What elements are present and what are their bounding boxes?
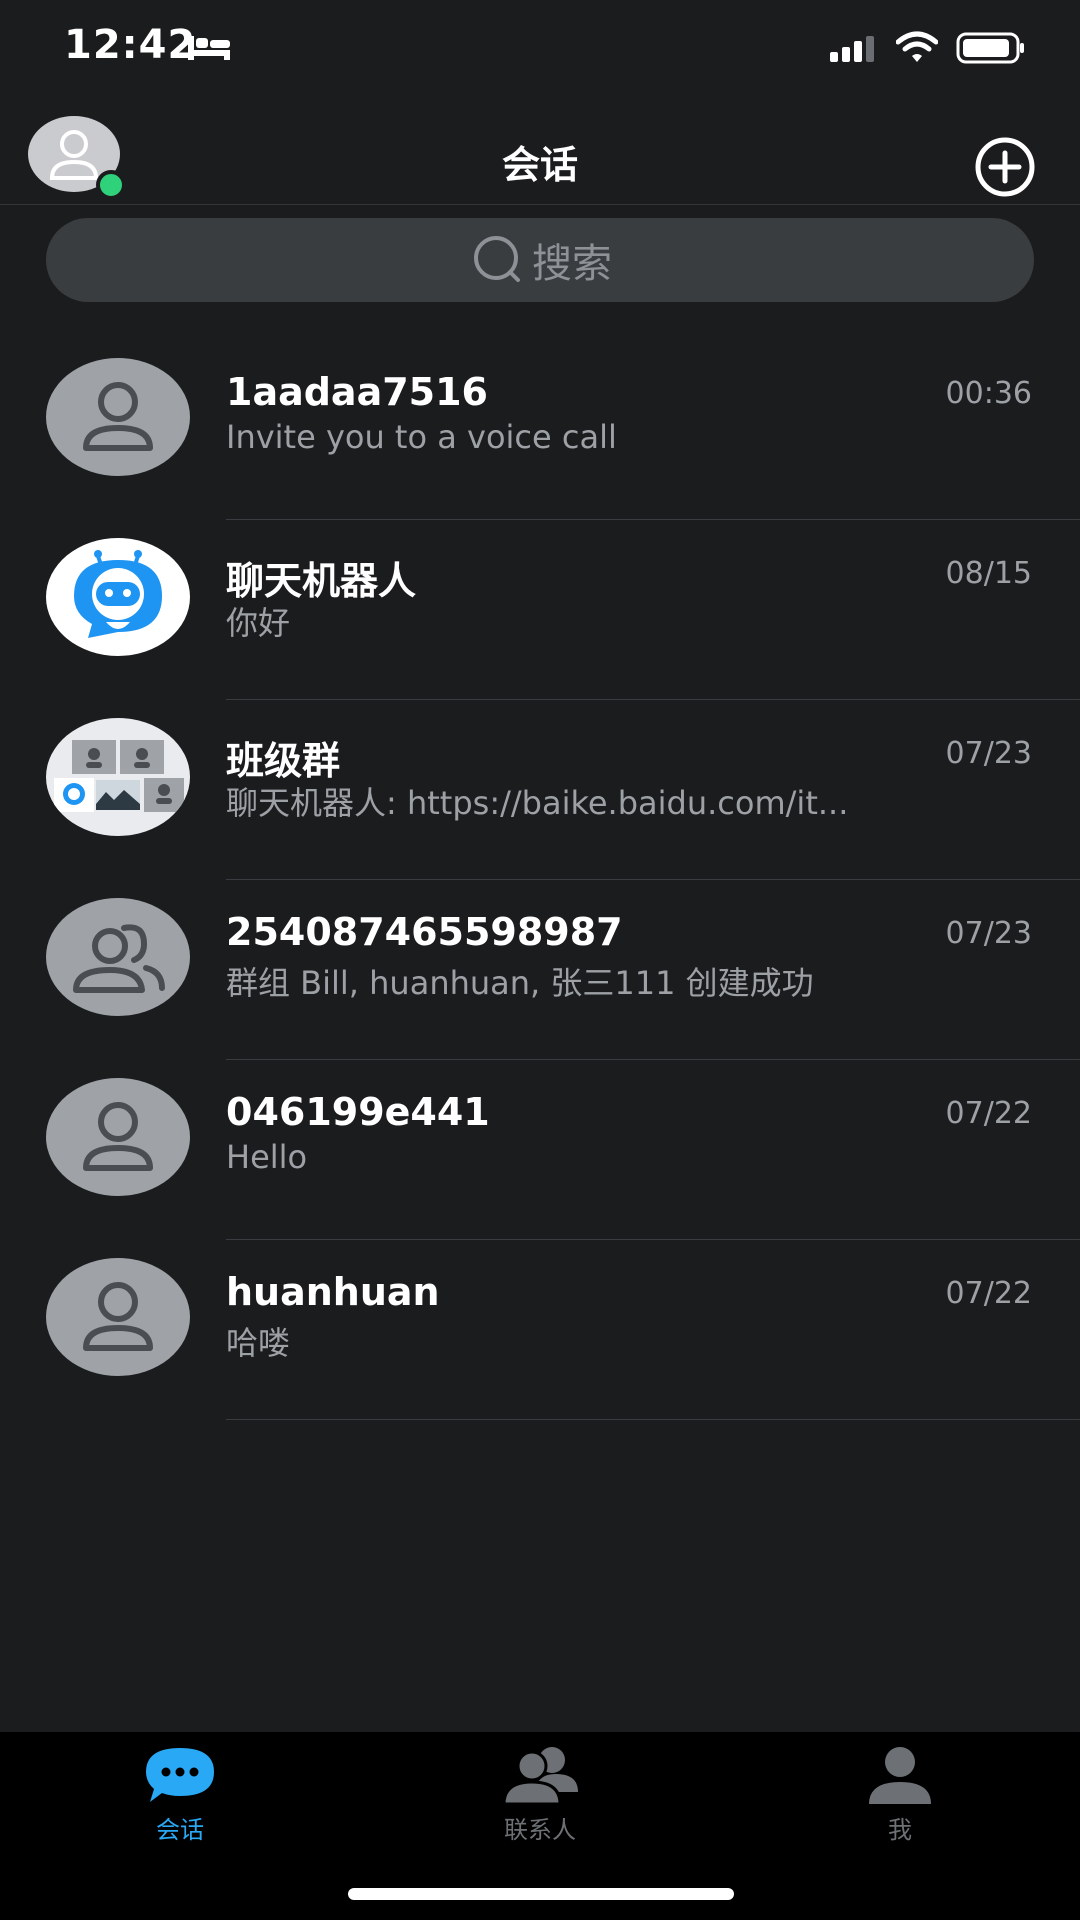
conversation-name: 班级群 [226,739,341,783]
tab-contacts-label: 联系人 [504,1816,576,1844]
battery-icon [956,32,1026,68]
chat-bubble-icon [146,1748,214,1802]
conversation-message: 你好 [226,604,291,642]
home-indicator[interactable] [348,1888,734,1900]
tab-conversations[interactable]: 会话 [80,1744,280,1845]
page-title: 会话 [501,143,578,187]
add-circle-icon[interactable] [974,136,1036,202]
conversation-name: 1aadaa7516 [226,370,488,414]
search-placeholder: 搜索 [532,241,612,287]
sleep-icon [186,32,232,66]
nav-bar: 会话 [0,96,1080,205]
conversation-list: 1aadaa7516 00:36 Invite you to a voice c… [0,340,1080,1420]
conversation-item[interactable]: 聊天机器人 08/15 你好 [0,520,1080,700]
robot-icon [46,538,190,656]
conversation-message: 群组 Bill, huanhuan, 张三111 创建成功 [226,964,814,1002]
person-icon [46,1258,190,1376]
person-icon [46,358,190,476]
divider [226,1419,1080,1420]
status-bar: 12:42 [0,0,1080,96]
tab-me-label: 我 [888,1816,912,1844]
conversation-item[interactable]: 班级群 07/23 聊天机器人: https://baike.baidu.com… [0,700,1080,880]
status-time: 12:42 [64,22,197,68]
conversation-time: 00:36 [945,376,1032,411]
conversation-name: 254087465598987 [226,910,623,954]
tab-contacts[interactable]: 联系人 [440,1744,640,1845]
signal-icon [830,36,880,66]
search-input[interactable]: 搜索 [46,218,1034,302]
conversation-item[interactable]: huanhuan 07/22 哈喽 [0,1240,1080,1420]
group-collage-icon [46,718,190,836]
conversation-message: 哈喽 [226,1324,291,1362]
conversation-name: 聊天机器人 [226,559,417,603]
search-icon [474,236,520,282]
contacts-icon [502,1747,578,1806]
conversation-time: 08/15 [945,556,1032,591]
wifi-icon [895,30,939,68]
conversation-time: 07/22 [945,1096,1032,1131]
conversation-time: 07/22 [945,1276,1032,1311]
conversation-message: Invite you to a voice call [226,418,617,456]
conversation-item[interactable]: 1aadaa7516 00:36 Invite you to a voice c… [0,340,1080,520]
group-icon [46,898,190,1016]
conversation-message: 聊天机器人: https://baike.baidu.com/it... [226,784,849,822]
conversation-time: 07/23 [945,916,1032,951]
tab-conversations-label: 会话 [156,1816,204,1844]
person-icon [46,1078,190,1196]
me-icon [869,1747,931,1804]
conversation-time: 07/23 [945,736,1032,771]
conversation-item[interactable]: 046199e441 07/22 Hello [0,1060,1080,1240]
conversation-item[interactable]: 254087465598987 07/23 群组 Bill, huanhuan,… [0,880,1080,1060]
tab-me[interactable]: 我 [800,1744,1000,1845]
conversation-message: Hello [226,1138,308,1176]
conversation-name: huanhuan [226,1270,440,1314]
conversation-name: 046199e441 [226,1090,490,1134]
